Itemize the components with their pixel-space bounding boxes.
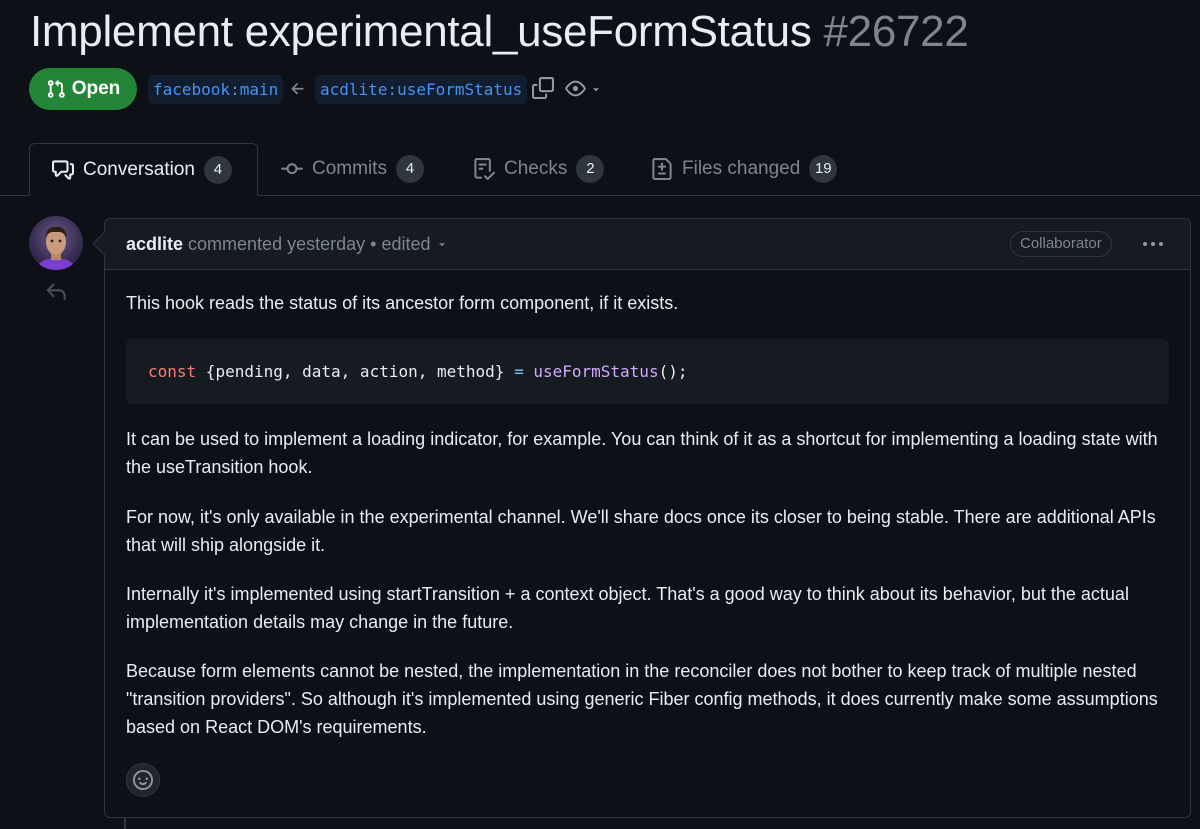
paragraph: This hook reads the status of its ancest… [126,293,679,313]
tab-files-changed[interactable]: Files changed 19 [651,143,838,195]
watch-dropdown-button[interactable] [565,78,602,99]
comment-author[interactable]: acdlite [126,234,183,255]
git-pull-request-icon [47,79,65,98]
checklist-icon [474,158,495,180]
paragraph: It can be used to implement a loading in… [126,429,1158,477]
paragraph: For now, it's only available in the expe… [126,507,1156,555]
comment-header: acdlite commented yesterday • edited Col… [105,219,1190,270]
avatar-image [29,216,83,270]
commit-icon [281,163,303,175]
copy-icon [532,77,554,99]
tab-commits[interactable]: Commits 4 [281,143,424,195]
tab-files-changed-label: Files changed [682,158,801,179]
collaborator-badge: Collaborator [1010,231,1112,257]
meta-separator: • [370,233,377,254]
edited-label: edited [381,233,431,254]
base-branch-link[interactable]: facebook:main [148,75,284,104]
kebab-horizontal-icon[interactable] [1141,233,1165,255]
pr-tabs: Conversation 4 Commits 4 Checks 2 Files … [0,143,1200,196]
code-block: const {pending, data, action, method} = … [126,339,1169,404]
file-diff-icon [652,158,672,180]
paragraph: Internally it's implemented using startT… [126,584,1129,632]
code-keyword: const [148,362,197,381]
triangle-down-icon [593,87,599,91]
pr-state-badge: Open [29,68,137,110]
pr-title-text: Implement experimental_useFormStatus [30,7,812,56]
code-destructure: {pending, data, action, method} [196,362,515,381]
reply-icon[interactable] [45,281,67,303]
smiley-icon [133,770,153,790]
code-function: useFormStatus [533,362,659,381]
edited-dropdown[interactable]: edited [381,234,448,255]
code-tail: (); [658,362,688,381]
comment-timestamp[interactable]: commented yesterday [188,234,365,255]
eye-icon [565,80,586,97]
tab-checks-label: Checks [504,158,568,179]
tab-files-changed-count: 19 [809,155,838,183]
add-reaction-button[interactable] [126,763,160,797]
tab-conversation-label: Conversation [83,158,195,180]
avatar[interactable] [29,216,83,270]
code-operator: = [514,362,524,381]
triangle-down-icon [439,243,446,247]
timeline-line [124,818,126,829]
paragraph: Because form elements cannot be nested, … [126,661,1158,737]
tab-commits-count: 4 [395,155,424,183]
tab-conversation-count: 4 [203,155,232,184]
comment-meta: acdlite commented yesterday • edited [126,219,448,269]
comment-discussion-icon [52,159,74,180]
pr-state-label: Open [71,78,121,99]
tab-checks-count: 2 [576,155,605,183]
pr-title: Implement experimental_useFormStatus #26… [30,4,969,60]
head-branch-link[interactable]: acdlite:useFormStatus [315,75,528,104]
arrow-left-icon [291,83,304,95]
tab-checks[interactable]: Checks 2 [473,143,605,195]
pr-number: #26722 [823,7,969,56]
comment-box: acdlite commented yesterday • edited Col… [92,218,1191,818]
tab-conversation[interactable]: Conversation 4 [29,143,258,196]
copy-branch-button[interactable] [532,77,554,104]
tab-commits-label: Commits [312,158,387,179]
